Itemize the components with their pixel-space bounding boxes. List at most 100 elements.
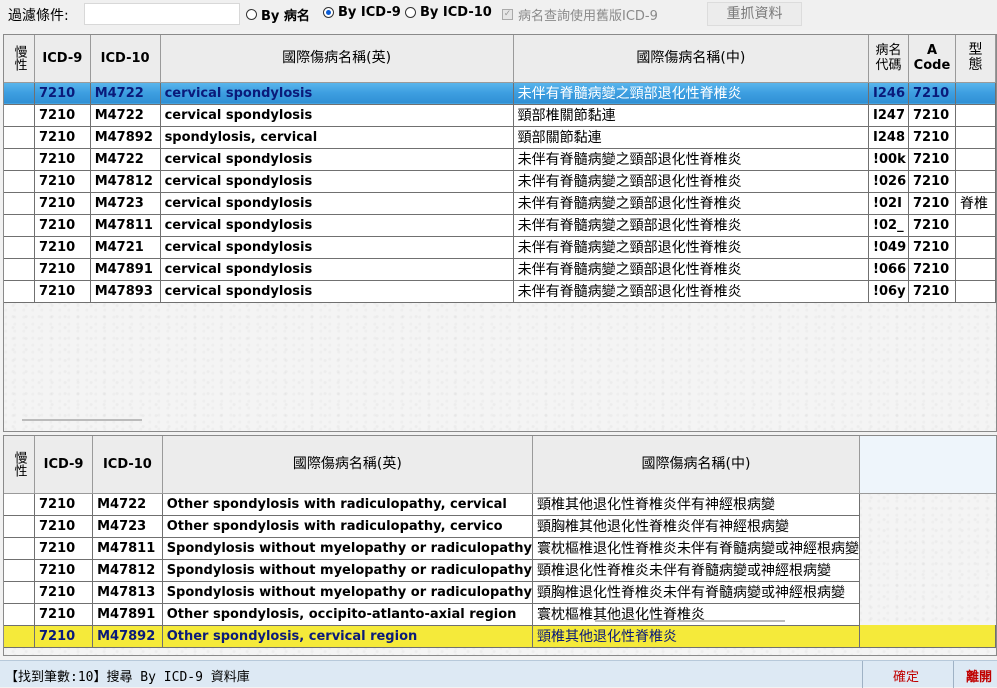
- pattern-cell[interactable]: [955, 170, 996, 193]
- a-code-cell[interactable]: 7210: [908, 258, 956, 281]
- name-zh-cell[interactable]: 未伴有脊髓病變之頸部退化性脊椎炎: [513, 148, 870, 171]
- col-disease-code[interactable]: 病名代碼: [868, 35, 909, 83]
- icd9-cell[interactable]: 7210: [34, 104, 91, 127]
- radio-by-icd10[interactable]: By ICD-10: [405, 5, 492, 20]
- name-en-cell[interactable]: cervical spondylosis: [160, 280, 514, 303]
- icd9-cell[interactable]: 7210: [34, 625, 94, 648]
- chronic-cell[interactable]: [4, 214, 35, 237]
- name-zh-cell[interactable]: 頸椎其他退化性脊椎炎伴有神經根病變: [532, 493, 860, 516]
- disease-code-cell[interactable]: !026: [868, 170, 909, 193]
- pattern-cell[interactable]: [955, 280, 996, 303]
- name-en-cell[interactable]: cervical spondylosis: [160, 104, 514, 127]
- name-zh-cell[interactable]: 未伴有脊髓病變之頸部退化性脊椎炎: [513, 170, 870, 193]
- pattern-cell[interactable]: [955, 236, 996, 259]
- name-zh-cell[interactable]: 頸胸椎其他退化性脊椎炎伴有神經根病變: [532, 515, 860, 538]
- icd10-cell[interactable]: M4722: [90, 104, 161, 127]
- pattern-cell[interactable]: [955, 258, 996, 281]
- icd10-cell[interactable]: M47811: [92, 537, 163, 560]
- icd10-cell[interactable]: M47811: [90, 214, 161, 237]
- chronic-cell[interactable]: [4, 236, 35, 259]
- col-chronic[interactable]: 慢性: [4, 35, 35, 83]
- table-row[interactable]: 7210 M47891 cervical spondylosis 未伴有脊髓病變之頸部…: [4, 258, 996, 281]
- icd9-cell[interactable]: 7210: [34, 148, 91, 171]
- table-row[interactable]: 7210 M47811 cervical spondylosis 未伴有脊髓病變之頸部…: [4, 214, 996, 237]
- table-row[interactable]: 7210 M47892 spondylosis, cervical 頸部關節黏連 I24…: [4, 126, 996, 149]
- disease-code-cell[interactable]: !049: [868, 236, 909, 259]
- radio-by-icd9[interactable]: By ICD-9: [323, 5, 401, 20]
- name-en-cell[interactable]: cervical spondylosis: [160, 192, 514, 215]
- icd9-cell[interactable]: 7210: [34, 192, 91, 215]
- name-zh-cell[interactable]: 頸胸椎退化性脊椎炎未伴有脊髓病變或神經根病變: [532, 581, 860, 604]
- name-zh-cell[interactable]: 寰枕樞椎退化性脊椎炎未伴有脊髓病變或神經根病變: [532, 537, 860, 560]
- chronic-cell[interactable]: [4, 581, 35, 604]
- bottom-grid[interactable]: 慢性 ICD-9 ICD-10 國際傷病名稱(英) 國際傷病名稱(中) 7210…: [3, 435, 997, 656]
- icd9-cell[interactable]: 7210: [34, 515, 94, 538]
- table-row[interactable]: 7210 M4722 cervical spondylosis 未伴有脊髓病變之頸部退…: [4, 82, 996, 105]
- chronic-cell[interactable]: [4, 559, 35, 582]
- icd10-cell[interactable]: M4722: [90, 148, 161, 171]
- icd10-cell[interactable]: M47892: [90, 126, 161, 149]
- a-code-cell[interactable]: 7210: [908, 126, 956, 149]
- a-code-cell[interactable]: 7210: [908, 148, 956, 171]
- name-zh-cell[interactable]: 未伴有脊髓病變之頸部退化性脊椎炎: [513, 280, 870, 303]
- a-code-cell[interactable]: 7210: [908, 214, 956, 237]
- quit-button[interactable]: 離開: [966, 666, 992, 685]
- chronic-cell[interactable]: [4, 170, 35, 193]
- chronic-cell[interactable]: [4, 537, 35, 560]
- pattern-cell[interactable]: [955, 214, 996, 237]
- icd9-cell[interactable]: 7210: [34, 236, 91, 259]
- table-row[interactable]: 7210 M47812 cervical spondylosis 未伴有脊髓病變之頸部…: [4, 170, 996, 193]
- chronic-cell[interactable]: [4, 192, 35, 215]
- icd9-cell[interactable]: 7210: [34, 258, 91, 281]
- disease-code-cell[interactable]: !06y: [868, 280, 909, 303]
- disease-code-cell[interactable]: I247: [868, 104, 909, 127]
- filter-input[interactable]: [84, 3, 240, 25]
- col-pattern[interactable]: 型態: [955, 35, 996, 83]
- icd9-cell[interactable]: 7210: [34, 170, 91, 193]
- name-zh-cell[interactable]: 未伴有脊髓病變之頸部退化性脊椎炎: [513, 258, 870, 281]
- a-code-cell[interactable]: 7210: [908, 104, 956, 127]
- disease-code-cell[interactable]: !00k: [868, 148, 909, 171]
- icd10-cell[interactable]: M47893: [90, 280, 161, 303]
- name-en-cell[interactable]: Spondylosis without myelopathy or radicu…: [162, 559, 533, 582]
- name-zh-cell[interactable]: 頸部椎關節黏連: [513, 104, 870, 127]
- icd9-cell[interactable]: 7210: [34, 82, 91, 105]
- icd9-cell[interactable]: 7210: [34, 537, 94, 560]
- table-row[interactable]: 7210 M47893 cervical spondylosis 未伴有脊髓病變之頸部…: [4, 280, 996, 303]
- col-name-zh[interactable]: 國際傷病名稱(中): [532, 436, 860, 494]
- name-en-cell[interactable]: cervical spondylosis: [160, 148, 514, 171]
- disease-code-cell[interactable]: !066: [868, 258, 909, 281]
- top-grid[interactable]: 慢性 ICD-9 ICD-10 國際傷病名稱(英) 國際傷病名稱(中) 病名代碼…: [3, 34, 997, 432]
- icd10-cell[interactable]: M4723: [92, 515, 163, 538]
- icd9-cell[interactable]: 7210: [34, 559, 94, 582]
- table-row[interactable]: 7210 M4722 Other spondylosis with radiculo…: [4, 493, 996, 516]
- name-en-cell[interactable]: cervical spondylosis: [160, 258, 514, 281]
- name-en-cell[interactable]: Other spondylosis, occipito-atlanto-axia…: [162, 603, 533, 626]
- col-icd9[interactable]: ICD-9: [34, 35, 91, 83]
- name-en-cell[interactable]: spondylosis, cervical: [160, 126, 514, 149]
- icd10-cell[interactable]: M47813: [92, 581, 163, 604]
- chronic-cell[interactable]: [4, 625, 35, 648]
- table-row[interactable]: 7210 M4722 cervical spondylosis 頸部椎關節黏連 I247…: [4, 104, 996, 127]
- name-zh-cell[interactable]: 頸部關節黏連: [513, 126, 870, 149]
- disease-code-cell[interactable]: I246: [868, 82, 909, 105]
- col-chronic[interactable]: 慢性: [4, 436, 35, 494]
- icd10-cell[interactable]: M47892: [92, 625, 163, 648]
- name-en-cell[interactable]: cervical spondylosis: [160, 214, 514, 237]
- table-row[interactable]: 7210 M4723 cervical spondylosis 未伴有脊髓病變之頸部退…: [4, 192, 996, 215]
- icd10-cell[interactable]: M4723: [90, 192, 161, 215]
- name-zh-cell[interactable]: 未伴有脊髓病變之頸部退化性脊椎炎: [513, 236, 870, 259]
- table-row[interactable]: 7210 M47891 Other spondylosis, occipito-at…: [4, 603, 996, 626]
- confirm-button[interactable]: 確定: [893, 666, 919, 685]
- pattern-cell[interactable]: [955, 126, 996, 149]
- icd10-cell[interactable]: M47891: [92, 603, 163, 626]
- radio-by-name[interactable]: By 病名: [246, 5, 310, 24]
- name-zh-cell[interactable]: 未伴有脊髓病變之頸部退化性脊椎炎: [513, 214, 870, 237]
- chronic-cell[interactable]: [4, 493, 35, 516]
- icd9-cell[interactable]: 7210: [34, 493, 94, 516]
- col-name-en[interactable]: 國際傷病名稱(英): [160, 35, 514, 83]
- name-en-cell[interactable]: cervical spondylosis: [160, 82, 514, 105]
- name-en-cell[interactable]: cervical spondylosis: [160, 236, 514, 259]
- a-code-cell[interactable]: 7210: [908, 170, 956, 193]
- name-en-cell[interactable]: Other spondylosis with radiculopathy, ce…: [162, 493, 533, 516]
